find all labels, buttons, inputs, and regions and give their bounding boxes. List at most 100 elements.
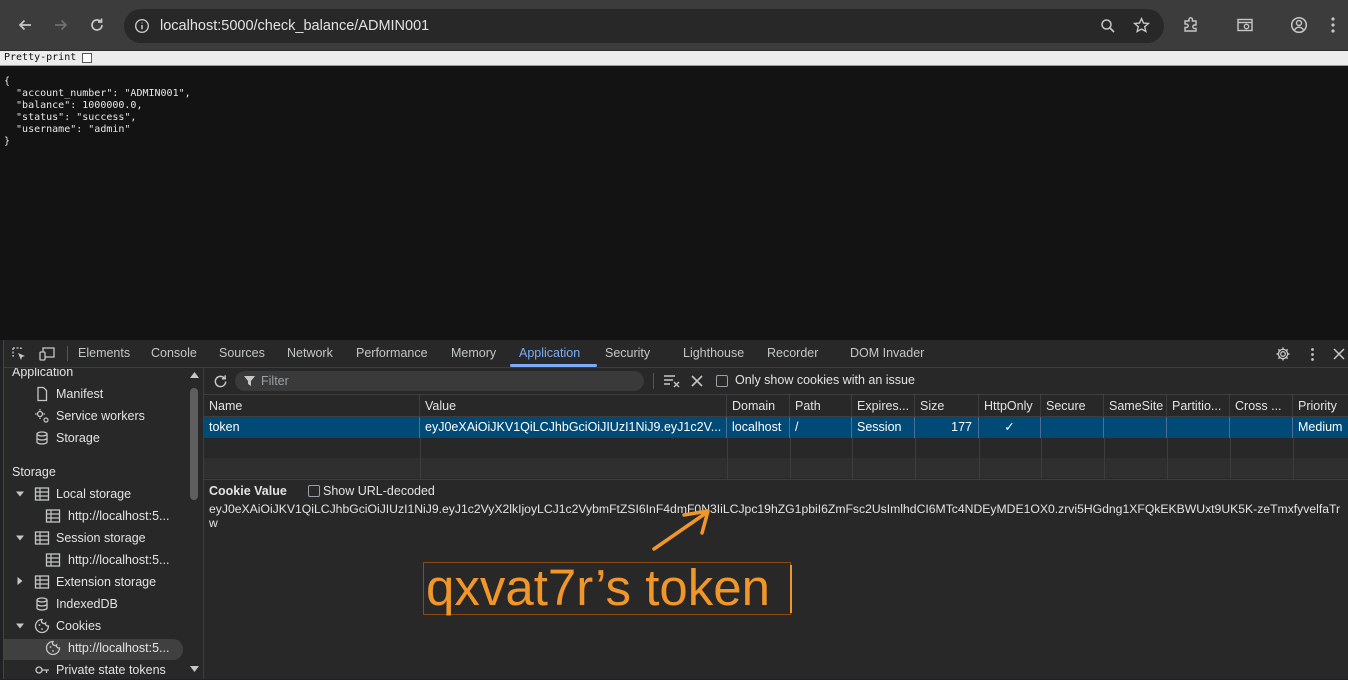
site-info-icon[interactable] <box>134 18 150 34</box>
column-header-value[interactable]: Value <box>420 395 727 417</box>
cell-priority[interactable]: Medium <box>1293 417 1348 438</box>
browser-menu-button[interactable] <box>1318 8 1348 42</box>
tab-lighthouse[interactable]: Lighthouse <box>683 340 744 367</box>
cookie-value-text[interactable]: eyJ0eXAiOiJKV1QiLCJhbGciOiJIUzI1NiJ9.eyJ… <box>209 502 1347 530</box>
column-header-partition[interactable]: Partitio... <box>1167 395 1230 417</box>
sidebar-item-manifest[interactable]: Manifest <box>56 387 103 401</box>
tab-recorder[interactable]: Recorder <box>767 340 818 367</box>
cookie-icon <box>45 640 61 656</box>
table-row[interactable]: token eyJ0eXAiOiJKV1QiLCJhbGciOiJIUzI1Ni… <box>204 417 1348 438</box>
tab-security[interactable]: Security <box>605 340 650 367</box>
devtools-tabbar: Elements Console Sources Network Perform… <box>4 340 1348 368</box>
column-header-size[interactable]: Size <box>915 395 979 417</box>
scroll-down-arrow-icon[interactable] <box>190 665 199 673</box>
refresh-icon[interactable] <box>211 372 229 390</box>
cell-expires[interactable]: Session <box>852 417 915 438</box>
cell-path[interactable]: / <box>790 417 852 438</box>
column-divider <box>420 438 421 480</box>
tab-sources[interactable]: Sources <box>219 340 265 367</box>
empty-table-row <box>204 438 1348 458</box>
tab-memory[interactable]: Memory <box>451 340 496 367</box>
cell-httponly-check[interactable]: ✓ <box>979 417 1041 438</box>
show-url-decoded-checkbox[interactable] <box>308 485 320 497</box>
collapsed-arrow-icon[interactable] <box>16 577 24 585</box>
sidebar-item-local-storage-origin[interactable]: http://localhost:5... <box>68 509 169 523</box>
table-icon <box>45 553 61 567</box>
tab-elements[interactable]: Elements <box>78 340 130 367</box>
cell-size[interactable]: 177 <box>915 417 979 438</box>
column-header-expires[interactable]: Expires... <box>852 395 915 417</box>
table-icon <box>34 487 50 501</box>
cell-partition-key[interactable] <box>1167 417 1230 438</box>
column-header-samesite[interactable]: SameSite <box>1104 395 1167 417</box>
cell-name[interactable]: token <box>204 417 420 438</box>
table-icon <box>45 509 61 523</box>
sidebar-item-indexeddb[interactable]: IndexedDB <box>56 597 118 611</box>
sidebar-item-extension-storage[interactable]: Extension storage <box>56 575 156 589</box>
clear-all-cookies-icon[interactable] <box>688 372 706 390</box>
cookie-icon <box>34 618 50 634</box>
sidebar-section-storage: Storage <box>12 465 56 479</box>
column-divider <box>979 438 980 480</box>
tab-application[interactable]: Application <box>519 340 580 367</box>
sidebar-item-private-state-tokens[interactable]: Private state tokens <box>56 663 166 677</box>
cell-value[interactable]: eyJ0eXAiOiJKV1QiLCJhbGciOiJIUzI1NiJ9.eyJ… <box>420 417 727 438</box>
extensions-button[interactable] <box>1174 8 1208 42</box>
column-header-name[interactable]: Name <box>204 395 420 417</box>
column-divider <box>790 438 791 480</box>
pretty-print-checkbox[interactable] <box>82 53 92 63</box>
cell-secure[interactable] <box>1041 417 1104 438</box>
sidebar-item-cookies[interactable]: Cookies <box>56 619 101 633</box>
inspect-element-icon[interactable] <box>10 345 28 363</box>
expand-arrow-icon[interactable] <box>16 534 24 542</box>
tab-network[interactable]: Network <box>287 340 333 367</box>
expand-arrow-icon[interactable] <box>16 622 24 630</box>
annotation-label: qxvat7r’s token <box>426 559 770 616</box>
sidebar-item-session-storage-origin[interactable]: http://localhost:5... <box>68 553 169 567</box>
url-text[interactable]: localhost:5000/check_balance/ADMIN001 <box>160 9 429 43</box>
tab-search-button[interactable] <box>1228 8 1262 42</box>
sidebar-item-local-storage[interactable]: Local storage <box>56 487 131 501</box>
tab-performance[interactable]: Performance <box>356 340 428 367</box>
sidebar-item-service-workers[interactable]: Service workers <box>56 409 145 423</box>
bookmark-star-icon[interactable] <box>1133 17 1150 34</box>
devtools-panel: Elements Console Sources Network Perform… <box>3 340 1348 679</box>
column-header-cross-site[interactable]: Cross ... <box>1230 395 1293 417</box>
column-header-priority[interactable]: Priority <box>1293 395 1348 417</box>
devtools-menu-icon[interactable] <box>1303 345 1321 363</box>
zoom-icon[interactable] <box>1100 18 1116 34</box>
sidebar-item-cookies-origin[interactable]: http://localhost:5... <box>68 641 169 655</box>
sidebar-item-session-storage[interactable]: Session storage <box>56 531 146 545</box>
cookies-toolbar: Filter Only show cookies with an issue <box>204 368 1348 394</box>
expand-arrow-icon[interactable] <box>16 490 24 498</box>
cell-domain[interactable]: localhost <box>727 417 790 438</box>
address-bar[interactable]: localhost:5000/check_balance/ADMIN001 <box>124 9 1164 43</box>
close-devtools-icon[interactable] <box>1330 345 1348 363</box>
scroll-up-arrow-icon[interactable] <box>190 371 199 379</box>
column-header-secure[interactable]: Secure <box>1041 395 1104 417</box>
pretty-print-label: Pretty-print <box>4 52 77 63</box>
annotation-text-cursor <box>790 565 792 613</box>
cell-samesite[interactable] <box>1104 417 1167 438</box>
clear-filtered-cookies-icon[interactable] <box>662 372 680 390</box>
column-divider <box>915 438 916 480</box>
column-header-httponly[interactable]: HttpOnly <box>979 395 1041 417</box>
sidebar-scrollbar-thumb[interactable] <box>190 388 198 500</box>
sidebar-item-storage[interactable]: Storage <box>56 431 100 445</box>
empty-table-row <box>204 458 1348 478</box>
reload-button[interactable] <box>80 8 114 42</box>
settings-gear-icon[interactable] <box>1274 345 1292 363</box>
device-toolbar-icon[interactable] <box>38 345 56 363</box>
tab-console[interactable]: Console <box>151 340 197 367</box>
table-icon <box>34 575 50 589</box>
tab-dom-invader[interactable]: DOM Invader <box>850 340 924 367</box>
column-header-path[interactable]: Path <box>790 395 852 417</box>
forward-button[interactable] <box>44 8 78 42</box>
column-divider <box>727 438 728 480</box>
back-button[interactable] <box>8 8 42 42</box>
cell-cross-site[interactable] <box>1230 417 1293 438</box>
column-header-domain[interactable]: Domain <box>727 395 790 417</box>
profile-button[interactable] <box>1282 8 1316 42</box>
only-issues-checkbox[interactable] <box>716 375 728 387</box>
filter-input[interactable]: Filter <box>235 371 644 391</box>
